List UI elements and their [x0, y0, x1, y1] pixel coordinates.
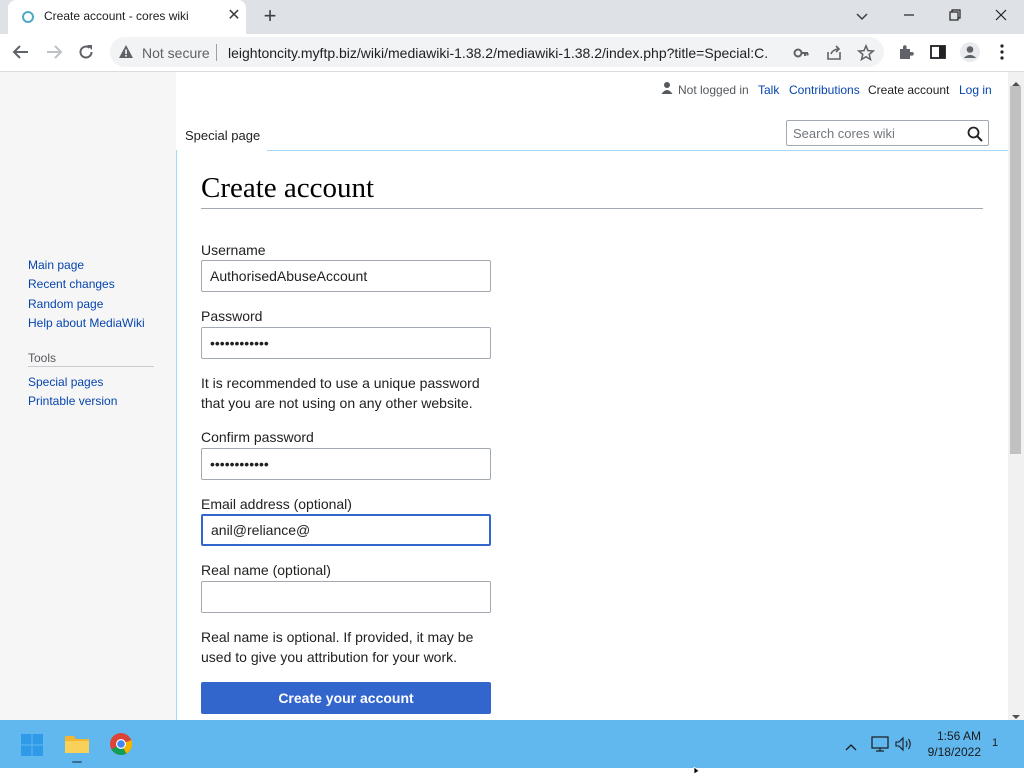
sidebar-tools-heading: Tools: [28, 351, 57, 365]
address-bar[interactable]: Not secure leightoncity.myftp.biz/wiki/m…: [110, 37, 884, 67]
minimize-icon[interactable]: [886, 0, 932, 30]
sidebar-item-main-page[interactable]: Main page: [28, 258, 84, 272]
warning-icon[interactable]: [118, 44, 134, 65]
browser-title-bar: Create account - cores wiki ✕ +: [0, 0, 1024, 34]
windows-start-icon[interactable]: [20, 733, 44, 762]
password-field[interactable]: [201, 327, 491, 359]
create-account-link[interactable]: Create account: [868, 83, 949, 97]
chrome-icon[interactable]: [109, 732, 133, 761]
forward-arrow-icon[interactable]: [41, 39, 67, 65]
reload-icon[interactable]: [73, 39, 99, 65]
search-box[interactable]: [786, 120, 989, 146]
security-label[interactable]: Not secure: [142, 45, 210, 61]
log-in-link[interactable]: Log in: [959, 83, 992, 97]
share-icon[interactable]: [823, 42, 845, 64]
show-hidden-icons-icon[interactable]: [845, 738, 857, 756]
notification-count[interactable]: 1: [992, 737, 998, 749]
close-tab-icon[interactable]: ✕: [224, 6, 244, 26]
volume-icon[interactable]: [895, 736, 913, 757]
profile-avatar-icon[interactable]: [958, 40, 982, 64]
file-explorer-icon[interactable]: [64, 732, 90, 761]
sidebar-divider: [28, 366, 154, 367]
close-window-icon[interactable]: [978, 0, 1024, 30]
password-label: Password: [201, 308, 263, 324]
real-name-help-text: Real name is optional. If provided, it m…: [201, 629, 474, 665]
real-name-field[interactable]: [201, 581, 491, 613]
tab-special-page[interactable]: Special page: [177, 122, 267, 151]
clock-time[interactable]: 1:56 AM: [931, 729, 981, 743]
url-text[interactable]: leightoncity.myftp.biz/wiki/mediawiki-1.…: [228, 45, 768, 61]
tab-special-page-label: Special page: [185, 128, 261, 143]
new-tab-icon[interactable]: +: [258, 4, 282, 28]
contributions-link[interactable]: Contributions: [789, 83, 860, 97]
confirm-password-label: Confirm password: [201, 429, 314, 445]
sidebar-item-recent-changes[interactable]: Recent changes: [28, 277, 115, 291]
not-logged-in-status: Not logged in: [678, 83, 749, 97]
sidebar-item-help[interactable]: Help about MediaWiki: [28, 316, 145, 330]
browser-menu-icon[interactable]: [990, 40, 1014, 64]
browser-toolbar: Not secure leightoncity.myftp.biz/wiki/m…: [0, 34, 1024, 72]
clock-date[interactable]: 9/18/2022: [921, 745, 981, 759]
email-field[interactable]: [201, 514, 491, 546]
create-account-button[interactable]: Create your account: [201, 682, 491, 714]
back-arrow-icon[interactable]: [8, 39, 34, 65]
tab-title: Create account - cores wiki: [44, 9, 189, 23]
network-icon[interactable]: [871, 736, 889, 757]
key-icon[interactable]: [790, 42, 812, 64]
page-title: Create account: [201, 172, 375, 204]
heading-divider: [201, 208, 983, 209]
bookmark-star-icon[interactable]: [855, 42, 877, 64]
user-icon: [661, 81, 673, 100]
browser-tab[interactable]: Create account - cores wiki ✕: [8, 0, 246, 34]
wiki-page: Not logged in Talk Contributions Create …: [0, 72, 1008, 720]
username-field[interactable]: [201, 260, 491, 292]
tab-search-icon[interactable]: [853, 8, 871, 31]
sidebar-item-printable-version[interactable]: Printable version: [28, 394, 117, 408]
side-panel-icon[interactable]: [926, 40, 950, 64]
confirm-password-field[interactable]: [201, 448, 491, 480]
real-name-label: Real name (optional): [201, 562, 331, 578]
taskbar: 1:56 AM 9/18/2022 1: [0, 720, 1024, 768]
sidebar-item-special-pages[interactable]: Special pages: [28, 375, 103, 389]
omnibox-divider: [216, 44, 217, 61]
favicon-icon: [22, 11, 34, 23]
page-scrollbar[interactable]: [1008, 72, 1024, 720]
scrollbar-thumb[interactable]: [1010, 86, 1021, 454]
extensions-puzzle-icon[interactable]: [894, 40, 918, 64]
password-help-text: It is recommended to use a unique passwo…: [201, 375, 480, 411]
email-label: Email address (optional): [201, 496, 352, 512]
talk-link[interactable]: Talk: [758, 83, 779, 97]
search-icon[interactable]: [965, 124, 985, 144]
search-input[interactable]: [787, 121, 963, 145]
explorer-running-indicator: [72, 761, 82, 763]
sidebar-item-random-page[interactable]: Random page: [28, 297, 103, 311]
mouse-cursor-icon: [693, 761, 701, 779]
username-label: Username: [201, 242, 266, 258]
restore-icon[interactable]: [932, 0, 978, 30]
